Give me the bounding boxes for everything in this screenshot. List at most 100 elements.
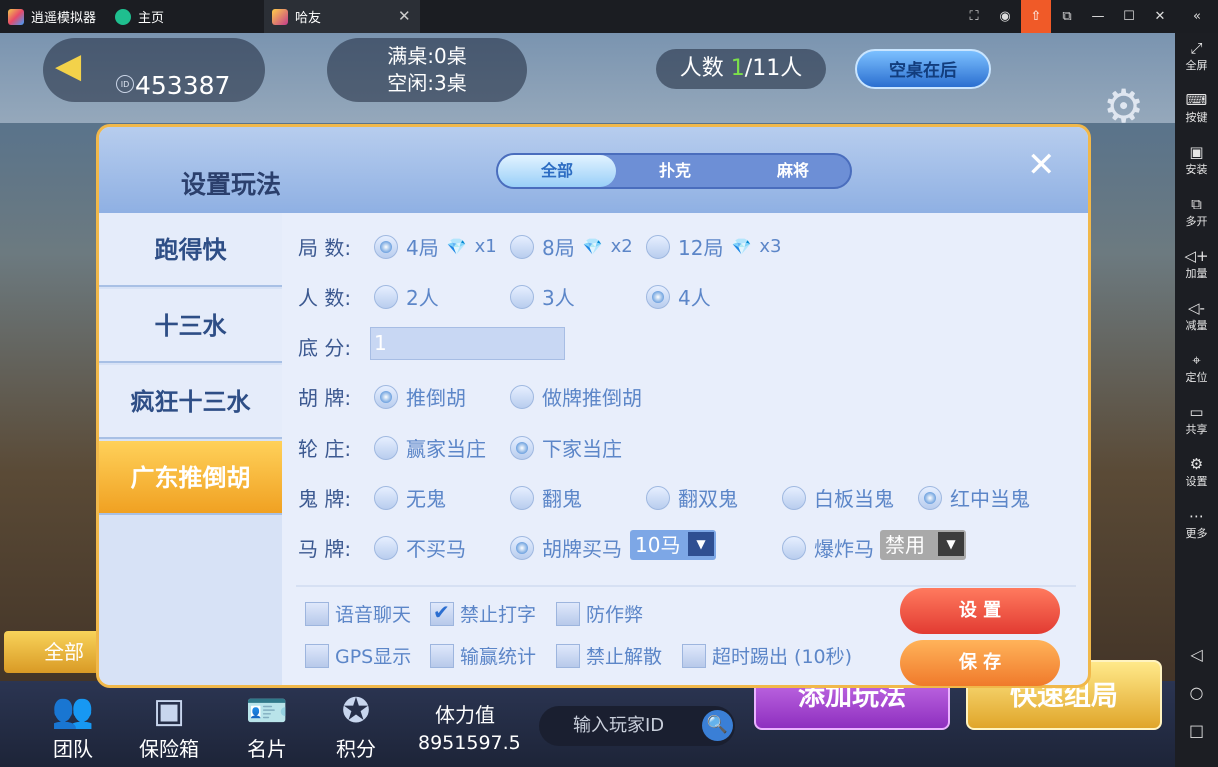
game-item-crazy-shisanshui[interactable]: 疯狂十三水 xyxy=(99,365,282,439)
bomb-horse-select[interactable]: 禁用 ▼ xyxy=(880,530,966,560)
search-icon[interactable]: 🔍 xyxy=(702,710,733,741)
tab-home[interactable]: 主页 xyxy=(107,0,257,33)
set-button[interactable]: 设 置 xyxy=(900,588,1060,634)
checkbox-no-dissolve[interactable]: 禁止解散 xyxy=(556,642,662,669)
rounds-option-12[interactable]: 12局 💎 x3 xyxy=(646,232,781,261)
cost-multiplier: x1 xyxy=(474,236,497,257)
rounds-label: 局 数: xyxy=(298,236,352,260)
checkbox-timeout-kick[interactable]: 超时踢出 (10秒) xyxy=(682,642,852,669)
sidebar-item-label: 按键 xyxy=(1185,111,1208,124)
option-label: 3人 xyxy=(542,286,575,310)
sidebar-item-location[interactable]: ⌖ 定位 xyxy=(1175,351,1218,385)
sidebar-item-keys[interactable]: ⌨ 按键 xyxy=(1175,91,1218,125)
checkbox-win-loss-stats[interactable]: 输赢统计 xyxy=(430,642,536,669)
tab-game-label: 哈友 xyxy=(295,11,322,26)
checkbox-label: 超时踢出 (10秒) xyxy=(712,646,853,668)
rounds-option-8[interactable]: 8局 💎 x2 xyxy=(510,232,633,261)
sidebar-item-label: 多开 xyxy=(1185,215,1208,228)
dealer-option-winner[interactable]: 赢家当庄 xyxy=(374,433,486,462)
game-item-paodekuai[interactable]: 跑得快 xyxy=(99,213,282,287)
hu-option-zuopai[interactable]: 做牌推倒胡 xyxy=(510,382,642,411)
all-filter-button[interactable]: 全部 xyxy=(4,631,102,673)
tab-game[interactable]: 哈友 ✕ xyxy=(264,0,420,33)
android-home-icon[interactable]: ○ xyxy=(1175,683,1218,702)
settings-gear-icon[interactable]: ⚙ xyxy=(1103,81,1144,131)
safe-button[interactable]: ▣ 保险箱 xyxy=(134,689,204,762)
account-icon[interactable]: ◉ xyxy=(990,0,1020,33)
rounds-option-4[interactable]: 4局 💎 x1 xyxy=(374,232,497,261)
screenshot-icon[interactable]: ⛶ xyxy=(959,0,989,33)
close-window-icon[interactable]: ✕ xyxy=(1145,0,1175,33)
sidebar-item-volume-down[interactable]: ◁- 减量 xyxy=(1175,299,1218,333)
game-item-guangdong-tuidaohu[interactable]: 广东推倒胡 xyxy=(99,441,282,515)
window-mode-icon[interactable]: ⧉ xyxy=(1052,0,1082,33)
location-icon: ⌖ xyxy=(1192,351,1201,369)
base-score-input[interactable]: 1 xyxy=(370,327,565,360)
multi-instance-icon: ⧉ xyxy=(1191,195,1202,213)
close-dialog-icon[interactable]: ✕ xyxy=(1027,145,1056,185)
minimize-icon[interactable]: — xyxy=(1083,0,1113,33)
points-button[interactable]: ✪ 积分 xyxy=(321,689,391,762)
checkbox-anti-cheat[interactable]: 防作弊 xyxy=(556,600,643,627)
stamina-label: 体力值 xyxy=(435,703,495,727)
sidebar-item-fullscreen[interactable]: ⤢ 全屏 xyxy=(1175,39,1218,73)
sidebar-item-share[interactable]: ▭ 共享 xyxy=(1175,403,1218,437)
horse-option-none[interactable]: 不买马 xyxy=(374,533,466,562)
dealer-option-next[interactable]: 下家当庄 xyxy=(510,433,622,462)
ghost-option-none[interactable]: 无鬼 xyxy=(374,483,446,512)
team-button[interactable]: 👥 团队 xyxy=(38,689,108,762)
ghost-option-double-flip[interactable]: 翻双鬼 xyxy=(646,483,738,512)
upload-icon[interactable]: ⇧ xyxy=(1021,0,1051,33)
sidebar-item-multi[interactable]: ⧉ 多开 xyxy=(1175,195,1218,229)
id-badge-icon: ID xyxy=(116,75,134,93)
sidebar-item-more[interactable]: ⋯ 更多 xyxy=(1175,507,1218,541)
sidebar-item-label: 更多 xyxy=(1185,527,1208,540)
tab-mahjong[interactable]: 麻将 xyxy=(734,155,852,187)
radio-icon xyxy=(646,234,670,259)
ghost-option-white[interactable]: 白板当鬼 xyxy=(782,483,894,512)
maximize-icon[interactable]: ☐ xyxy=(1114,0,1144,33)
diamond-icon: 💎 xyxy=(731,237,752,256)
checkbox-gps[interactable]: GPS显示 xyxy=(305,642,411,669)
collapse-sidebar-icon[interactable]: « xyxy=(1182,0,1212,33)
radio-icon xyxy=(374,535,398,560)
option-label: 4局 xyxy=(406,236,439,260)
emulator-logo-icon xyxy=(8,8,24,25)
option-label: 做牌推倒胡 xyxy=(542,386,642,410)
stamina-value: 8951597.5 xyxy=(418,732,521,754)
checkbox-voice-chat[interactable]: 语音聊天 xyxy=(305,600,411,627)
players-option-3[interactable]: 3人 xyxy=(510,282,575,311)
players-option-4[interactable]: 4人 xyxy=(646,282,711,311)
app-title: 逍遥模拟器 xyxy=(0,0,105,33)
diamond-icon: 💎 xyxy=(446,237,467,256)
tab-all[interactable]: 全部 xyxy=(498,155,616,187)
hu-option-tuidaohu[interactable]: 推倒胡 xyxy=(374,382,466,411)
horse-count-value: 10马 xyxy=(635,533,681,557)
back-button[interactable]: ◀ ID 453387 xyxy=(43,38,265,102)
tab-poker[interactable]: 扑克 xyxy=(616,155,734,187)
sidebar-item-settings[interactable]: ⚙ 设置 xyxy=(1175,455,1218,489)
android-recents-icon[interactable]: □ xyxy=(1175,721,1218,740)
android-back-icon[interactable]: ◁ xyxy=(1175,645,1218,664)
radio-icon xyxy=(782,535,806,560)
save-button[interactable]: 保 存 xyxy=(900,640,1060,686)
hu-label: 胡 牌: xyxy=(298,386,352,410)
close-tab-icon[interactable]: ✕ xyxy=(398,7,411,25)
horse-label: 马 牌: xyxy=(298,537,352,561)
card-button[interactable]: 🪪 名片 xyxy=(232,689,302,762)
ghost-option-flip[interactable]: 翻鬼 xyxy=(510,483,582,512)
sidebar-item-label: 安装 xyxy=(1185,163,1208,176)
game-item-shisanshui[interactable]: 十三水 xyxy=(99,289,282,363)
sidebar-item-install[interactable]: ▣ 安装 xyxy=(1175,143,1218,177)
radio-icon xyxy=(374,485,398,510)
checkbox-no-typing[interactable]: 禁止打字 xyxy=(430,600,536,627)
empty-tables-last-button[interactable]: 空桌在后 xyxy=(855,49,991,89)
sidebar-item-volume-up[interactable]: ◁+ 加量 xyxy=(1175,247,1218,281)
emulator-titlebar: 逍遥模拟器 主页 哈友 ✕ ⛶ ◉ ⇧ ⧉ — ☐ ✕ « xyxy=(0,0,1218,33)
horse-option-hu[interactable]: 胡牌买马 xyxy=(510,533,622,562)
checkbox-label: 语音聊天 xyxy=(335,604,412,626)
players-option-2[interactable]: 2人 xyxy=(374,282,439,311)
horse-count-select[interactable]: 10马 ▼ xyxy=(630,530,716,560)
ghost-option-red[interactable]: 红中当鬼 xyxy=(918,483,1030,512)
horse-option-bomb[interactable]: 爆炸马 xyxy=(782,533,874,562)
